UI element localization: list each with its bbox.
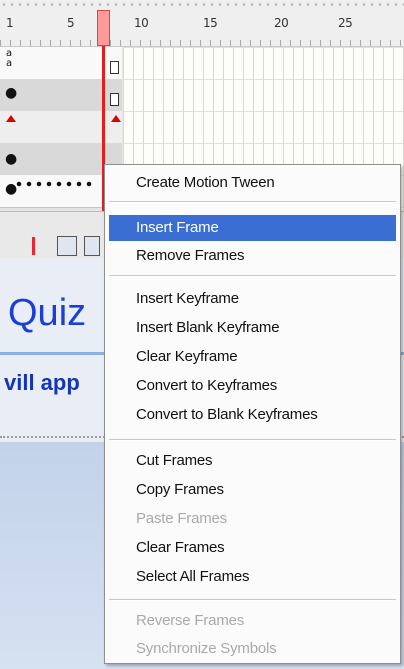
keyframe-dot-icon: ● bbox=[5, 151, 18, 167]
context-menu: Create Motion Tween Insert Frame Remove … bbox=[104, 164, 401, 664]
blank-keyframe-icon bbox=[110, 93, 119, 106]
keyframe-dot-icon: ● bbox=[5, 85, 18, 101]
menu-separator bbox=[109, 439, 396, 441]
menu-item-synchronize-symbols: Synchronize Symbols bbox=[136, 640, 277, 657]
label-flag-icon bbox=[6, 115, 16, 122]
menu-item-paste-frames: Paste Frames bbox=[136, 510, 227, 527]
menu-item-insert-keyframe[interactable]: Insert Keyframe bbox=[109, 286, 396, 312]
menu-item-create-motion-tween[interactable]: Create Motion Tween bbox=[109, 170, 396, 196]
keyframe-row-dots bbox=[14, 178, 94, 190]
ruler-grip bbox=[0, 2, 404, 7]
ruler-label-15: 15 bbox=[203, 16, 218, 30]
menu-item-copy-frames[interactable]: Copy Frames bbox=[109, 477, 396, 503]
ruler-label-25: 25 bbox=[338, 16, 353, 30]
frame-ruler[interactable]: 1 5 10 15 20 25 bbox=[0, 0, 404, 47]
ruler-label-20: 20 bbox=[274, 16, 289, 30]
menu-item-clear-frames[interactable]: Clear Frames bbox=[109, 535, 396, 561]
menu-separator bbox=[109, 275, 396, 277]
menu-item-clear-keyframe[interactable]: Clear Keyframe bbox=[109, 344, 396, 370]
blank-keyframe-icon bbox=[110, 61, 119, 74]
menu-separator bbox=[109, 599, 396, 601]
menu-item-insert-blank-keyframe[interactable]: Insert Blank Keyframe bbox=[109, 315, 396, 341]
action-icon: a bbox=[6, 58, 13, 69]
menu-item-reverse-frames: Reverse Frames bbox=[136, 612, 245, 629]
menu-item-convert-to-keyframes[interactable]: Convert to Keyframes bbox=[109, 373, 396, 399]
stage-title: Quiz bbox=[8, 292, 87, 334]
ruler-ticks bbox=[0, 40, 404, 46]
menu-item-insert-frame[interactable]: Insert Frame bbox=[109, 215, 396, 241]
add-folder-icon[interactable] bbox=[57, 236, 77, 256]
add-guide-icon[interactable] bbox=[84, 236, 100, 256]
playhead[interactable] bbox=[97, 10, 110, 46]
menu-item-select-all-frames[interactable]: Select All Frames bbox=[109, 564, 396, 590]
label-flag-icon bbox=[111, 115, 121, 122]
ruler-label-10: 10 bbox=[134, 16, 149, 30]
ruler-label-5: 5 bbox=[67, 16, 75, 30]
menu-separator bbox=[109, 201, 396, 203]
insert-layer-icon[interactable] bbox=[24, 236, 44, 256]
menu-item-convert-to-blank-keyframes[interactable]: Convert to Blank Keyframes bbox=[109, 402, 396, 428]
stage-subtitle: vill app bbox=[4, 370, 80, 395]
ruler-label-1: 1 bbox=[6, 16, 14, 30]
menu-item-remove-frames[interactable]: Remove Frames bbox=[109, 243, 396, 269]
menu-item-cut-frames[interactable]: Cut Frames bbox=[109, 448, 396, 474]
